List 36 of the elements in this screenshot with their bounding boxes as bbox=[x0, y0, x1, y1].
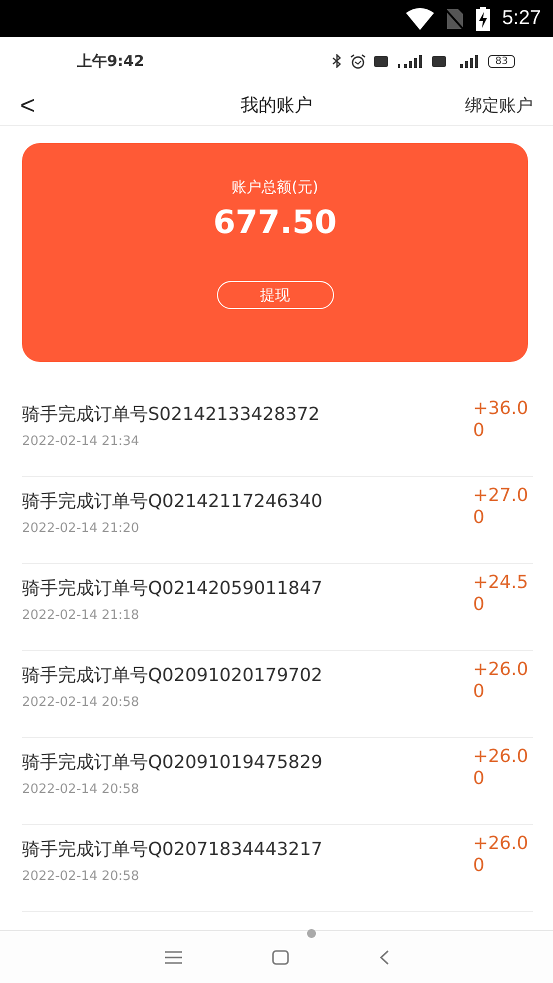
clock-time: 5:27 bbox=[502, 7, 541, 30]
back-icon[interactable] bbox=[378, 950, 388, 964]
balance-amount: 677.50 bbox=[213, 203, 337, 241]
transaction-amount: +24.50 bbox=[473, 572, 530, 617]
clock-time: 上午9:42 bbox=[77, 52, 144, 70]
transaction-title: 骑手完成订单号Q02142117246340 bbox=[22, 490, 322, 513]
transaction-date: 2022-02-14 21:34 bbox=[22, 434, 140, 449]
signal-icon bbox=[396, 54, 424, 68]
transaction-title: 骑手完成订单号Q02071834443217 bbox=[22, 838, 322, 861]
home-square-icon[interactable] bbox=[272, 950, 288, 964]
page-title: 我的账户 bbox=[240, 94, 312, 117]
transaction-title: 骑手完成订单号Q02091020179702 bbox=[22, 664, 322, 687]
transaction-amount: +27.00 bbox=[473, 485, 530, 530]
transaction-date: 2022-02-14 21:18 bbox=[22, 608, 140, 623]
transaction-date: 2022-02-14 20:58 bbox=[22, 695, 140, 710]
no-sim-icon bbox=[446, 8, 464, 30]
transaction-title: 骑手完成订单号S02142133428372 bbox=[22, 403, 320, 426]
transaction-amount: +36.00 bbox=[473, 398, 530, 443]
transaction-amount: +26.00 bbox=[473, 746, 530, 791]
page-indicator-dot bbox=[307, 929, 316, 938]
battery-charging-icon bbox=[476, 6, 490, 30]
bluetooth-icon bbox=[332, 54, 342, 68]
transaction-amount: +26.00 bbox=[473, 833, 530, 878]
transaction-date: 2022-02-14 21:20 bbox=[22, 521, 140, 536]
transaction-title: 骑手完成订单号Q02142059011847 bbox=[22, 577, 322, 600]
balance-label: 账户总额(元) bbox=[232, 178, 318, 197]
transaction-amount: +26.00 bbox=[473, 659, 530, 704]
menu-icon[interactable] bbox=[164, 950, 182, 964]
alarm-icon bbox=[350, 54, 366, 68]
transaction-title: 骑手完成订单号Q02091019475829 bbox=[22, 751, 322, 774]
transaction-date: 2022-02-14 20:58 bbox=[22, 782, 140, 797]
wifi-icon bbox=[406, 8, 434, 30]
battery-level: 83 bbox=[488, 54, 515, 68]
bind-account-link[interactable]: 绑定账户 bbox=[465, 94, 533, 116]
back-button[interactable]: < bbox=[20, 90, 36, 120]
transaction-date: 2022-02-14 20:58 bbox=[22, 869, 140, 884]
